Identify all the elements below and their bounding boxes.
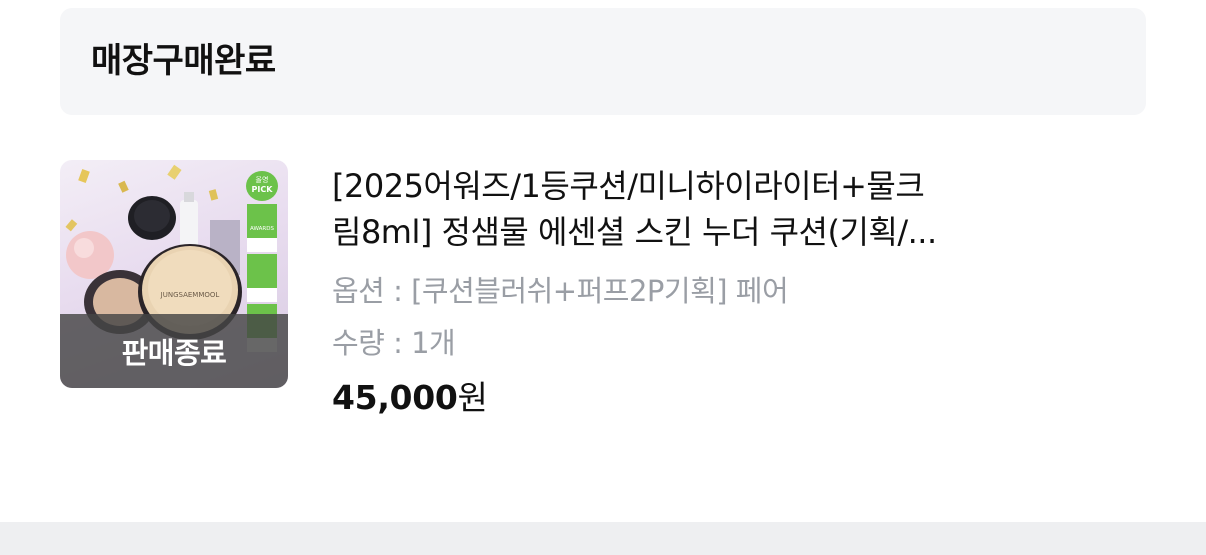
product-name[interactable]: [2025어워즈/1등쿠션/미니하이라이터+물크 림8ml] 정샘물 에센셜 스… [332, 163, 1052, 255]
order-item-card[interactable]: JUNGSAEMMOOL 올영 PICK AWARDS 판매종료 [2025어워… [60, 160, 1146, 440]
price-value: 45,000 [332, 378, 458, 417]
product-name-line2: 림8ml] 정샘물 에센셜 스킨 누더 쿠션(기획/... [332, 213, 937, 251]
sold-out-overlay: 판매종료 [60, 314, 288, 388]
image-award-text: AWARDS [250, 226, 274, 232]
price-row: 45,000원 [332, 376, 1052, 420]
product-info: [2025어워즈/1등쿠션/미니하이라이터+물크 림8ml] 정샘물 에센셜 스… [332, 160, 1052, 420]
option-row: 옵션 : [쿠션블러쉬+퍼프2P기획] 페어 [332, 271, 1052, 311]
quantity-row: 수량 : 1개 [332, 323, 1052, 363]
order-status-header: 매장구매완료 [60, 8, 1146, 115]
product-name-line1: [2025어워즈/1등쿠션/미니하이라이터+물크 [332, 167, 925, 205]
image-brand-text: JUNGSAEMMOOL [160, 291, 220, 299]
order-status-title: 매장구매완료 [91, 41, 276, 81]
image-badge-pick: PICK [252, 185, 274, 194]
price-unit: 원 [457, 378, 488, 417]
image-badge-top: 올영 [256, 175, 269, 184]
section-divider [0, 522, 1206, 555]
sold-out-label: 판매종료 [121, 336, 227, 370]
quantity-value: 1개 [411, 326, 456, 360]
quantity-label: 수량 : [332, 326, 403, 360]
product-thumbnail[interactable]: JUNGSAEMMOOL 올영 PICK AWARDS 판매종료 [60, 160, 288, 388]
option-label: 옵션 : [332, 274, 403, 308]
option-value: [쿠션블러쉬+퍼프2P기획] 페어 [411, 274, 789, 308]
